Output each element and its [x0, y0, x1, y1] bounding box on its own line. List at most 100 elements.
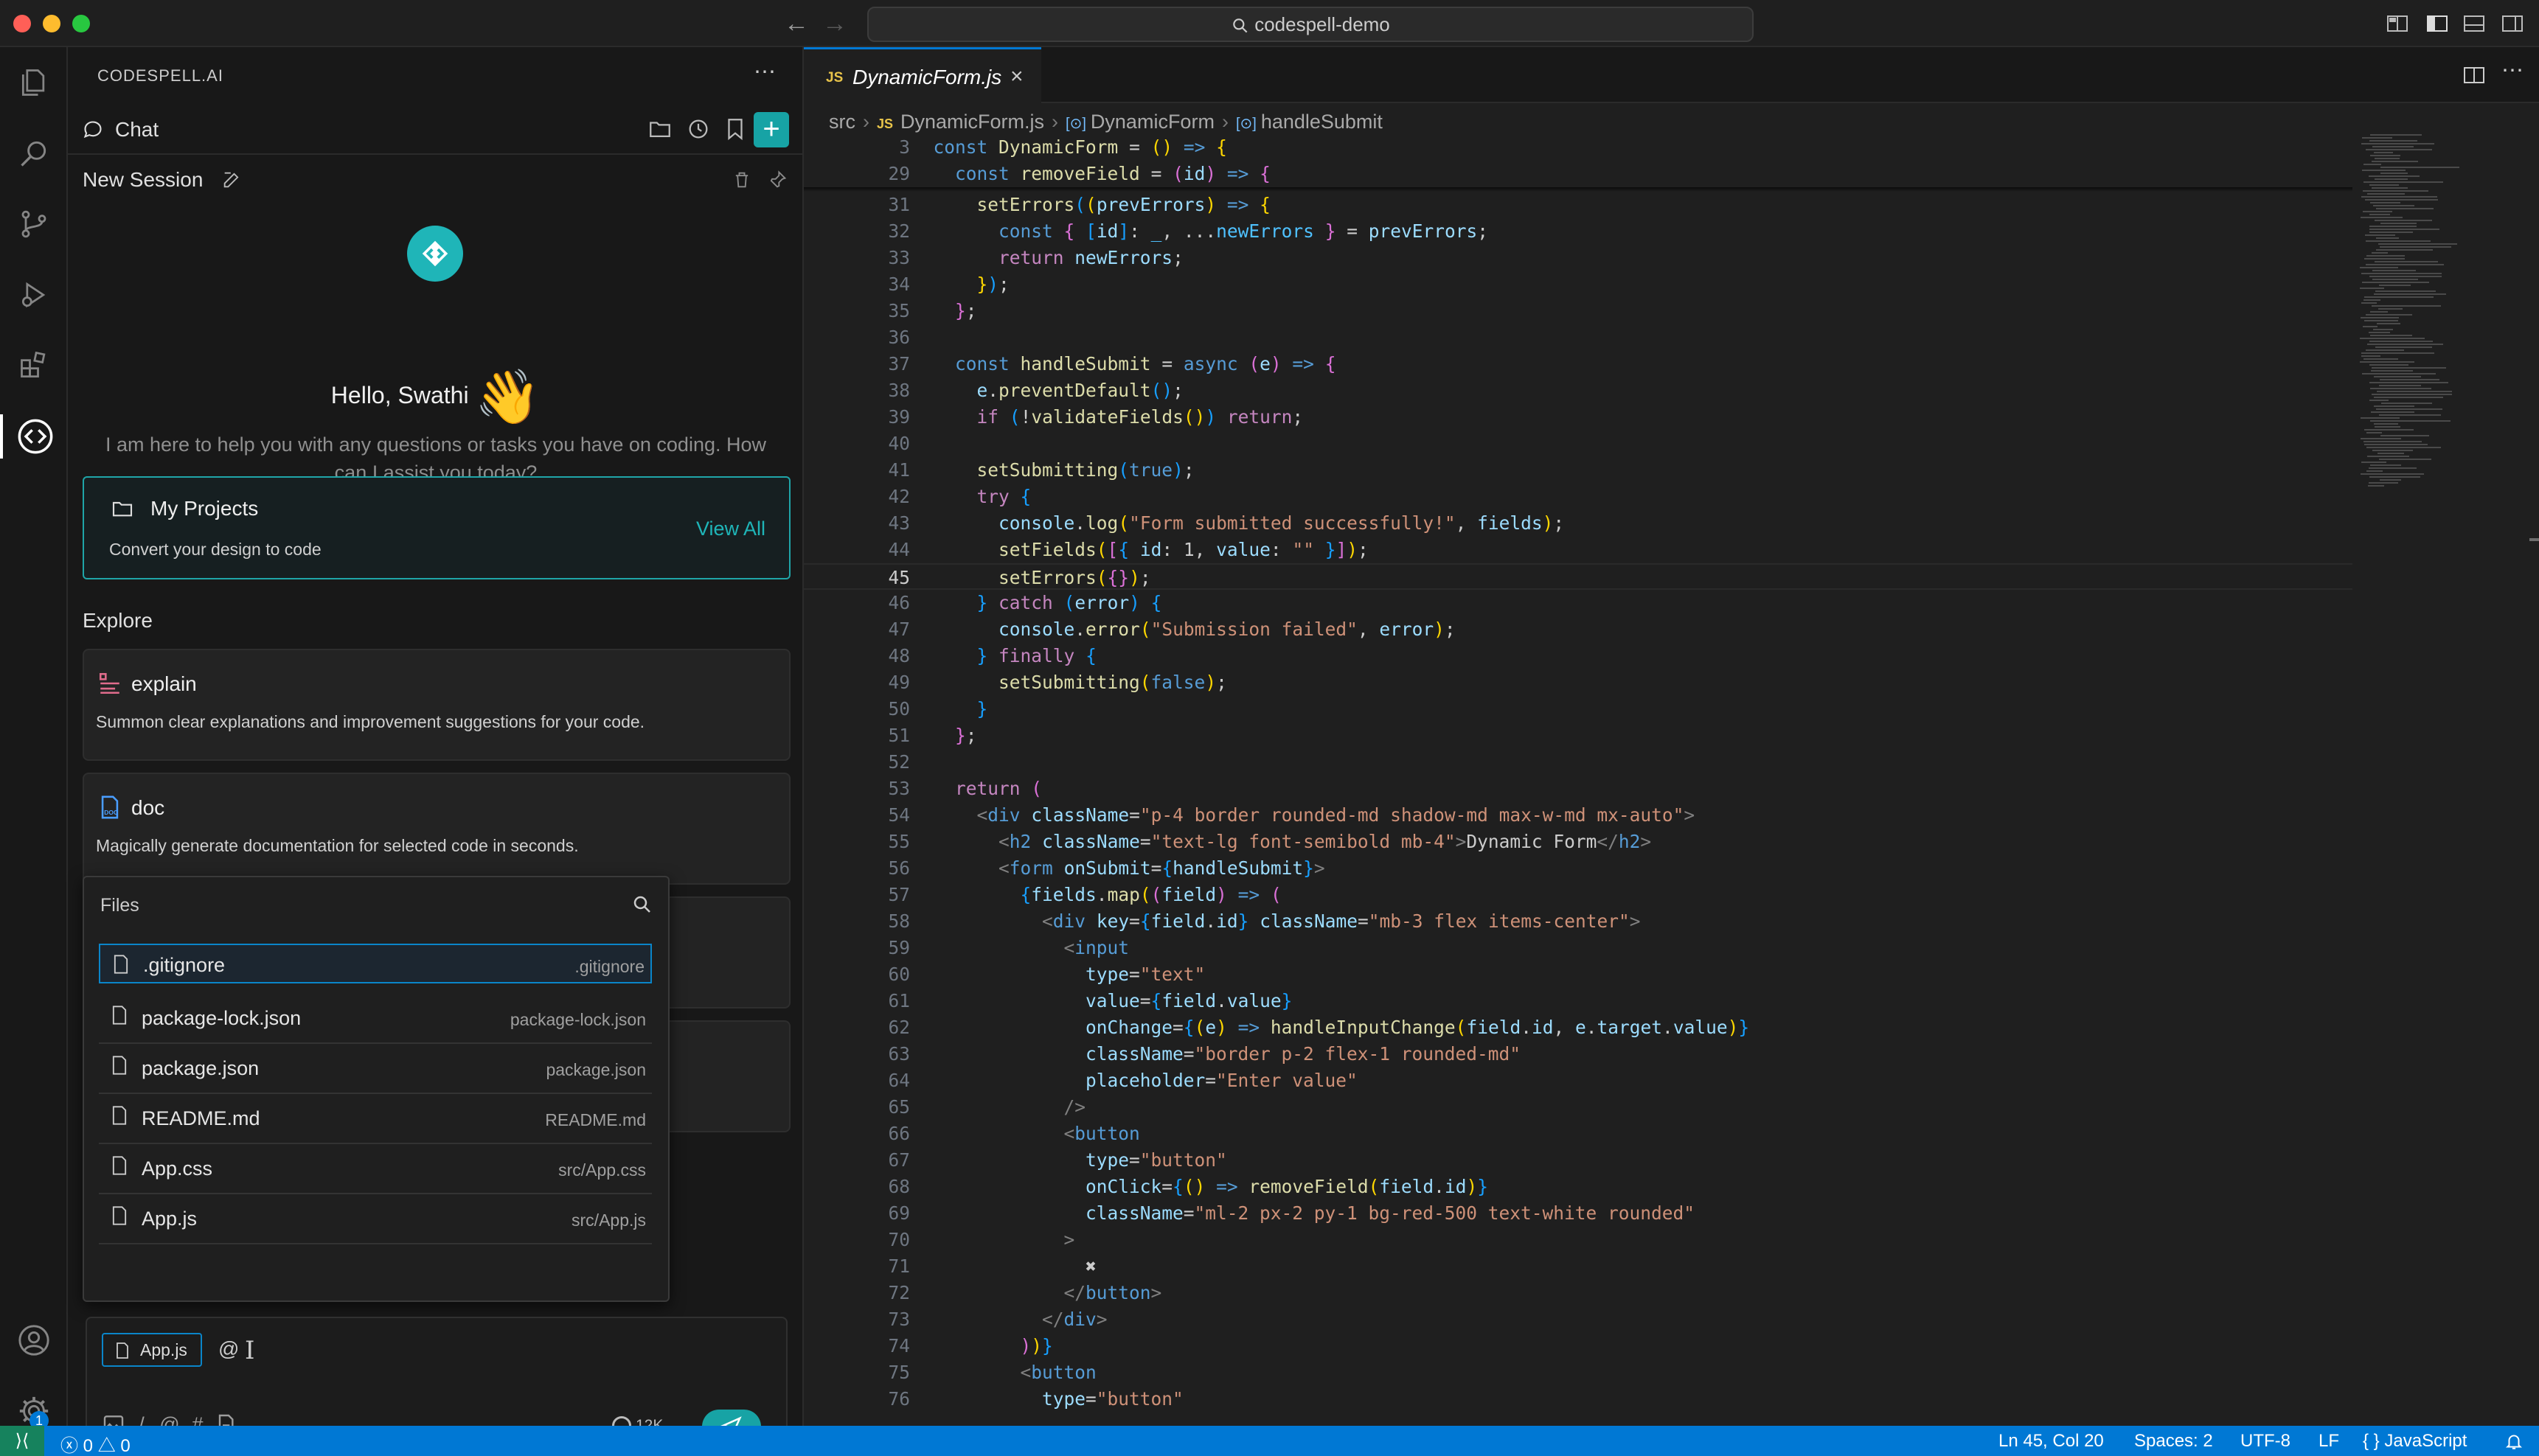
code-line[interactable]: 67 type="button" [804, 1147, 2352, 1174]
close-icon[interactable]: × [1010, 64, 1024, 89]
code-line[interactable]: 66 <button [804, 1121, 2352, 1147]
trash-icon[interactable] [732, 170, 752, 190]
code-line[interactable]: 70 > [804, 1227, 2352, 1253]
code-line[interactable]: 52 [804, 749, 2352, 776]
file-item[interactable]: package.json package.json [99, 1044, 652, 1094]
line-ending[interactable]: LF [2319, 1431, 2339, 1452]
my-projects-card[interactable]: My Projects Convert your design to code … [83, 476, 791, 579]
code-line[interactable]: 68 onClick={() => removeField(field.id)} [804, 1174, 2352, 1200]
notifications-bell-icon[interactable] [2504, 1432, 2524, 1451]
history-icon[interactable] [686, 116, 711, 142]
toggle-panel-icon[interactable] [2463, 13, 2485, 34]
toggle-secondary-sidebar-icon[interactable] [2501, 13, 2524, 34]
code-line[interactable]: 54 <div className="p-4 border rounded-md… [804, 802, 2352, 829]
code-line[interactable]: 57 {fields.map((field) => ( [804, 882, 2352, 908]
file-item[interactable]: App.css src/App.css [99, 1144, 652, 1194]
code-line[interactable]: 76 type="button" [804, 1386, 2352, 1413]
code-line[interactable]: 56 <form onSubmit={handleSubmit}> [804, 855, 2352, 882]
code-line[interactable]: 34 }); [804, 271, 2352, 298]
edit-icon[interactable] [221, 170, 242, 190]
context-file-chip[interactable]: App.js [102, 1333, 202, 1367]
split-editor-icon[interactable] [2463, 65, 2485, 86]
code-line[interactable]: 73 </div> [804, 1306, 2352, 1333]
minimap[interactable] [2352, 134, 2500, 577]
more-actions-icon[interactable]: ⋯ [754, 59, 776, 85]
view-all-link[interactable]: View All [696, 518, 765, 540]
code-line[interactable]: 46 } catch (error) { [804, 590, 2352, 616]
code-line[interactable]: 39 if (!validateFields()) return; [804, 404, 2352, 431]
new-chat-button[interactable]: + [754, 112, 789, 147]
code-line[interactable]: 63 className="border p-2 flex-1 rounded-… [804, 1041, 2352, 1067]
code-line[interactable]: 29 const removeField = (id) => { [804, 161, 2352, 187]
breadcrumb-item[interactable]: DynamicForm.js [900, 111, 1044, 133]
editor-more-actions-icon[interactable]: ⋯ [2501, 58, 2524, 83]
code-line[interactable]: 49 setSubmitting(false); [804, 669, 2352, 696]
code-line[interactable]: 61 value={field.value} [804, 988, 2352, 1014]
file-item[interactable]: .gitignore .gitignore [99, 944, 652, 983]
code-line[interactable]: 60 type="text" [804, 961, 2352, 988]
code-line[interactable]: 40 [804, 431, 2352, 457]
code-line[interactable]: 55 <h2 className="text-lg font-semibold … [804, 829, 2352, 855]
code-line[interactable]: 75 <button [804, 1359, 2352, 1386]
search-icon[interactable] [12, 131, 56, 175]
source-control-icon[interactable] [12, 202, 56, 246]
back-arrow-icon[interactable]: ← [782, 9, 811, 38]
code-line[interactable]: 47 console.error("Submission failed", er… [804, 616, 2352, 643]
bookmark-icon[interactable] [723, 116, 748, 142]
file-item[interactable]: README.md README.md [99, 1094, 652, 1144]
code-line[interactable]: 32 const { [id]: _, ...newErrors } = pre… [804, 218, 2352, 245]
code-line[interactable]: 71 ✖ [804, 1253, 2352, 1280]
breadcrumb-item[interactable]: src [829, 111, 855, 133]
code-line[interactable]: 36 [804, 324, 2352, 351]
file-item[interactable]: package-lock.json package-lock.json [99, 994, 652, 1044]
encoding[interactable]: UTF-8 [2240, 1431, 2290, 1452]
forward-arrow-icon[interactable]: → [820, 9, 850, 38]
command-center-search[interactable]: codespell-demo [867, 7, 1754, 42]
code-line[interactable]: 58 <div key={field.id} className="mb-3 f… [804, 908, 2352, 935]
language-mode[interactable]: { } JavaScript [2363, 1431, 2467, 1452]
window-close-button[interactable] [13, 15, 31, 32]
code-line[interactable]: 62 onChange={(e) => handleInputChange(fi… [804, 1014, 2352, 1041]
explore-card-doc[interactable]: DOC doc Magically generate documentation… [83, 773, 791, 885]
remote-indicator-icon[interactable]: ⟩⟨ [0, 1426, 44, 1456]
account-icon[interactable] [12, 1318, 56, 1362]
explore-card-explain[interactable]: explain Summon clear explanations and im… [83, 649, 791, 761]
code-line[interactable]: 51 }; [804, 722, 2352, 749]
code-line[interactable]: 38 e.preventDefault(); [804, 377, 2352, 404]
run-and-debug-icon[interactable] [12, 273, 56, 317]
code-line[interactable]: 44 setFields([{ id: 1, value: "" }]); [804, 537, 2352, 563]
code-editor[interactable]: 3 const DynamicForm = () => {29 const re… [804, 134, 2352, 1424]
breadcrumb-item[interactable]: DynamicForm [1091, 111, 1215, 133]
code-line[interactable]: 64 placeholder="Enter value" [804, 1067, 2352, 1094]
code-line[interactable]: 53 return ( [804, 776, 2352, 802]
code-line[interactable]: 42 try { [804, 484, 2352, 510]
code-line[interactable]: 35 }; [804, 298, 2352, 324]
code-line[interactable]: 69 className="ml-2 px-2 py-1 bg-red-500 … [804, 1200, 2352, 1227]
code-line[interactable]: 50 } [804, 696, 2352, 722]
customize-layout-icon[interactable] [2386, 13, 2408, 34]
code-line[interactable]: 3 const DynamicForm = () => { [804, 134, 2352, 161]
code-line[interactable]: 74 ))} [804, 1333, 2352, 1359]
tab-dynamicform[interactable]: JS DynamicForm.js × [804, 47, 1041, 103]
extensions-icon[interactable] [12, 344, 56, 388]
file-item[interactable]: App.js src/App.js [99, 1194, 652, 1244]
explorer-icon[interactable] [12, 60, 56, 105]
code-line[interactable]: 65 /> [804, 1094, 2352, 1121]
code-line[interactable]: 72 </button> [804, 1280, 2352, 1306]
problems-indicator[interactable]: ⓧ 0 △ 0 [60, 1431, 131, 1456]
codespell-icon[interactable] [0, 414, 68, 459]
toggle-primary-sidebar-icon[interactable] [2426, 13, 2448, 34]
cursor-position[interactable]: Ln 45, Col 20 [1998, 1431, 2104, 1452]
code-line[interactable]: 48 } finally { [804, 643, 2352, 669]
window-minimize-button[interactable] [43, 15, 60, 32]
code-line[interactable]: 31 setErrors((prevErrors) => { [804, 192, 2352, 218]
code-line[interactable]: 45 setErrors({}); [804, 563, 2352, 590]
breadcrumb-item[interactable]: handleSubmit [1261, 111, 1383, 133]
code-line[interactable]: 37 const handleSubmit = async (e) => { [804, 351, 2352, 377]
window-maximize-button[interactable] [72, 15, 90, 32]
code-line[interactable]: 43 console.log("Form submitted successfu… [804, 510, 2352, 537]
code-line[interactable]: 33 return newErrors; [804, 245, 2352, 271]
code-line[interactable]: 59 <input [804, 935, 2352, 961]
code-line[interactable]: 41 setSubmitting(true); [804, 457, 2352, 484]
folder-icon[interactable] [647, 116, 673, 142]
